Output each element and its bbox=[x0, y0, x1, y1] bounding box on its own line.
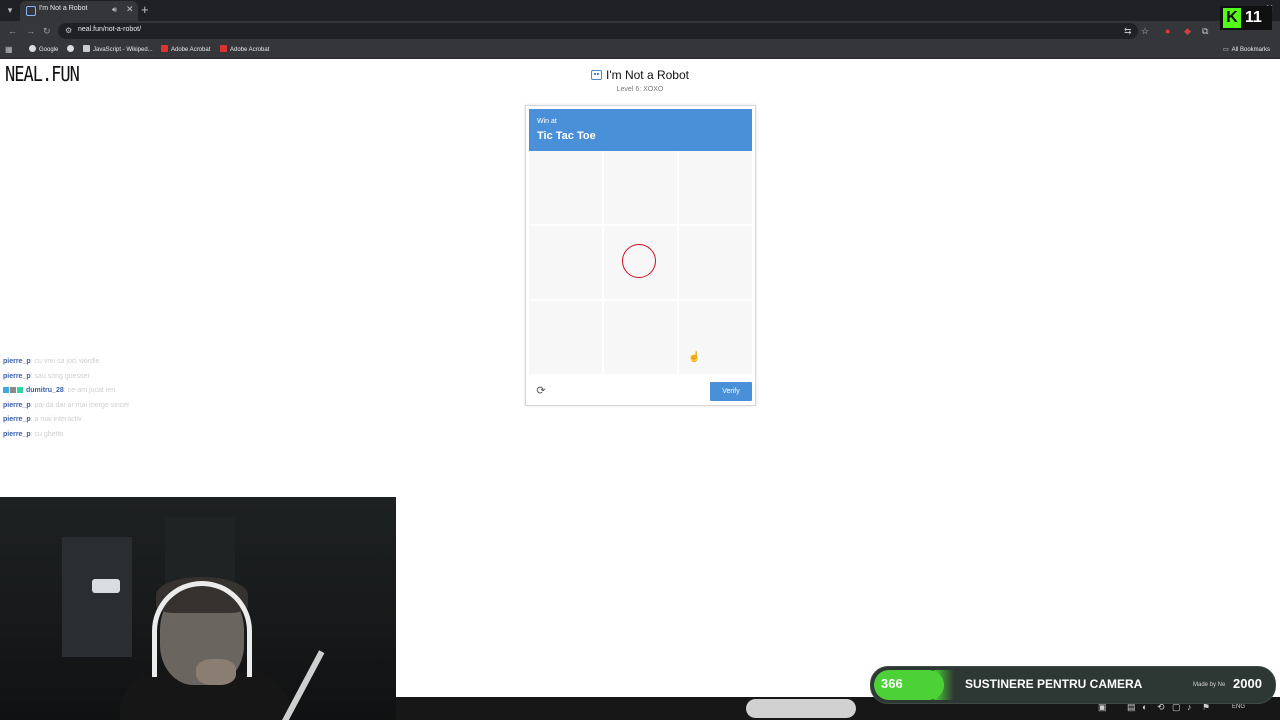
mod-badge-icon bbox=[10, 387, 16, 394]
browser-tabstrip: ▾ I'm Not a Robot 🔊︎ ✕ + – ✕ bbox=[0, 0, 1280, 21]
site-info-icon[interactable]: ⚙ bbox=[65, 26, 72, 35]
board-cell-2[interactable] bbox=[604, 151, 677, 224]
all-bookmarks-button[interactable]: ▭ All Bookmarks bbox=[1223, 45, 1270, 56]
chat-badges bbox=[3, 385, 24, 399]
bookmark-google[interactable]: Google bbox=[29, 45, 58, 56]
viewer-count: 11 bbox=[1245, 9, 1262, 26]
chat-text: : sau song guesser bbox=[30, 372, 90, 380]
chat-message: pierre_p: pai da dar ar mai merge sincer bbox=[3, 399, 383, 414]
acrobat-icon bbox=[161, 45, 168, 52]
hand-cursor-icon: ☝ bbox=[688, 352, 701, 363]
board-cell-9[interactable] bbox=[679, 301, 752, 374]
tab-title: I'm Not a Robot bbox=[39, 5, 88, 12]
browser-toolbar: ← → ↻ ⚙ neal.fun/not-a-robot/ ⇆ ☆ ● ◆ ⧉ bbox=[0, 21, 1280, 42]
chat-message: pierre_p: cu ghetto bbox=[3, 428, 383, 443]
tab-search-icon[interactable]: ▾ bbox=[4, 4, 16, 16]
goal-target-amount: 2000 bbox=[1233, 676, 1262, 691]
wikipedia-icon bbox=[83, 45, 90, 52]
captcha-header: Win at Tic Tac Toe bbox=[529, 109, 752, 151]
chat-text: : pai da dar ar mai merge sincer bbox=[30, 401, 130, 409]
new-tab-button[interactable]: + bbox=[141, 2, 149, 18]
apps-grid-icon[interactable]: ▦ bbox=[5, 45, 13, 54]
tab-close-icon[interactable]: ✕ bbox=[126, 4, 134, 15]
chat-message: pierre_p: cu vrei sa joci wordle bbox=[3, 355, 383, 370]
chat-text: : a mai interactiv bbox=[30, 416, 82, 424]
chat-message: pierre_p: sau song guesser bbox=[3, 370, 383, 385]
back-icon[interactable]: ← bbox=[8, 25, 17, 37]
level-subtitle: Level 6: XOXO bbox=[616, 86, 664, 93]
extension-adblock-icon[interactable]: ◆ bbox=[1184, 26, 1191, 37]
vip-badge-icon bbox=[17, 387, 23, 394]
chat-message: pierre_p: a mai interactiv bbox=[3, 413, 383, 428]
chat-username: pierre_p bbox=[3, 430, 31, 438]
board-cell-5[interactable] bbox=[604, 226, 677, 299]
google-icon bbox=[29, 45, 36, 52]
bookmark-github-icon[interactable] bbox=[67, 45, 77, 56]
chat-message: dumitru_28: ce-am jucat ieri bbox=[3, 384, 383, 399]
goal-label: SUSTINERE PENTRU CAMERA bbox=[965, 677, 1143, 691]
board-cell-4[interactable] bbox=[529, 226, 602, 299]
chat-text: : ce-am jucat ieri bbox=[63, 387, 116, 395]
extension-red-icon[interactable]: ● bbox=[1165, 26, 1170, 37]
board-cell-3[interactable] bbox=[679, 151, 752, 224]
language-indicator[interactable]: ENG bbox=[1232, 704, 1245, 710]
chat-text: : cu vrei sa joci wordle bbox=[30, 358, 100, 365]
microphone-arm bbox=[281, 650, 325, 720]
translate-icon[interactable]: ⇆ bbox=[1124, 26, 1132, 37]
tic-tac-toe-board bbox=[529, 151, 752, 374]
donation-goal-bar: 366 SUSTINERE PENTRU CAMERA Made by Ne 2… bbox=[870, 666, 1276, 704]
verify-button[interactable]: Verify bbox=[710, 382, 752, 401]
address-bar[interactable]: ⚙ neal.fun/not-a-robot/ bbox=[58, 23, 1138, 39]
board-cell-1[interactable] bbox=[529, 151, 602, 224]
chat-username: pierre_p bbox=[3, 401, 31, 409]
bookmarks-bar: ▦ Google JavaScript - Wikiped... Adobe A… bbox=[0, 42, 1280, 59]
stream-viewer-badge: K 11 bbox=[1220, 6, 1272, 30]
captcha-header-title: Tic Tac Toe bbox=[537, 130, 596, 142]
url-text[interactable]: neal.fun/not-a-robot/ bbox=[78, 26, 141, 33]
page-title: I'm Not a Robot bbox=[0, 68, 1280, 82]
captcha-header-small: Win at bbox=[537, 118, 557, 125]
folder-icon: ▭ bbox=[1223, 47, 1229, 53]
kick-logo-icon: K bbox=[1223, 8, 1241, 28]
refresh-icon[interactable]: ⟳ bbox=[534, 384, 548, 398]
board-cell-7[interactable] bbox=[529, 301, 602, 374]
chat-overlay: pierre_p: cu vrei sa joci wordle pierre_… bbox=[3, 355, 383, 443]
reload-icon[interactable]: ↻ bbox=[43, 25, 51, 37]
chat-username: pierre_p bbox=[3, 358, 31, 365]
bookmark-wikipedia[interactable]: JavaScript - Wikiped... bbox=[83, 45, 153, 56]
board-cell-6[interactable] bbox=[679, 226, 752, 299]
extensions-icon[interactable]: ⧉ bbox=[1202, 26, 1208, 37]
goal-current-amount: 366 bbox=[881, 676, 903, 691]
chat-username: pierre_p bbox=[3, 416, 31, 424]
chat-text: : cu ghetto bbox=[30, 430, 64, 438]
chat-username: dumitru_28 bbox=[26, 387, 64, 395]
robot-icon bbox=[591, 70, 602, 80]
tab-audio-icon[interactable]: 🔊︎ bbox=[112, 5, 117, 15]
captcha-widget: Win at Tic Tac Toe ⟳ Verify bbox=[525, 105, 756, 406]
subscriber-badge-icon bbox=[3, 387, 9, 394]
webcam-feed bbox=[0, 497, 396, 720]
bookmark-star-icon[interactable]: ☆ bbox=[1141, 26, 1149, 37]
browser-tab[interactable]: I'm Not a Robot 🔊︎ ✕ bbox=[20, 1, 138, 21]
o-mark-icon bbox=[622, 244, 656, 278]
goal-made-by: Made by Ne bbox=[1193, 682, 1226, 688]
chat-username: pierre_p bbox=[3, 372, 31, 380]
tab-favicon-icon bbox=[26, 6, 36, 16]
forward-icon[interactable]: → bbox=[26, 25, 35, 37]
bookmark-acrobat-2[interactable]: Adobe Acrobat bbox=[220, 45, 269, 56]
board-cell-8[interactable] bbox=[604, 301, 677, 374]
bookmark-acrobat-1[interactable]: Adobe Acrobat bbox=[161, 45, 210, 56]
acrobat-icon bbox=[220, 45, 227, 52]
